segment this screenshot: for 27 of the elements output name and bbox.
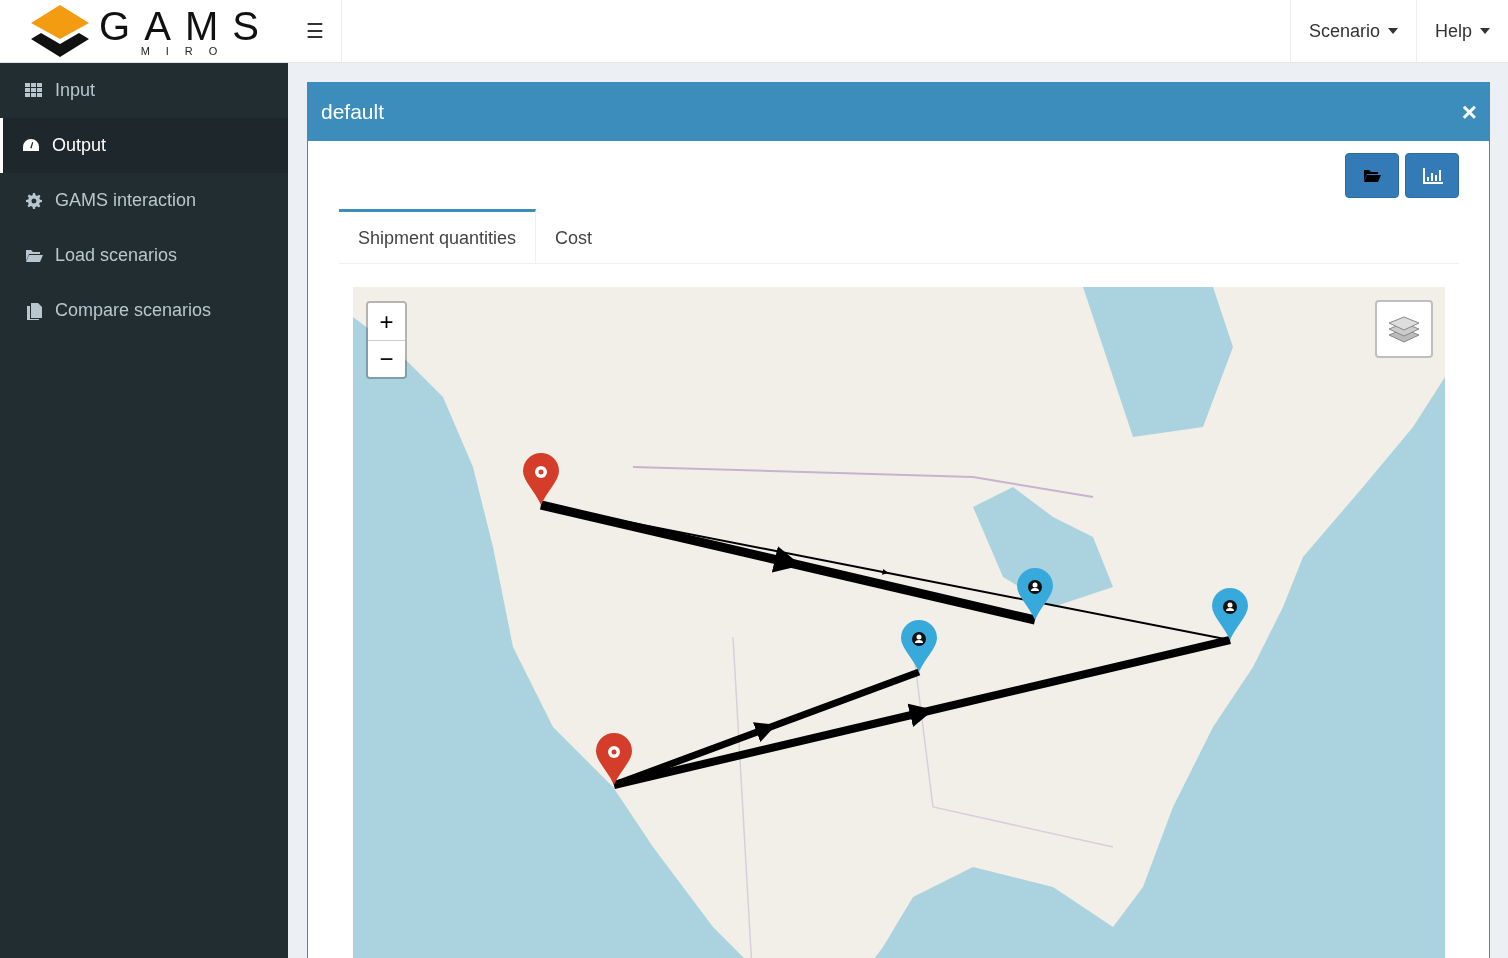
close-button[interactable]: ×	[1461, 96, 1477, 128]
chart-button[interactable]	[1405, 153, 1459, 198]
map-marker[interactable]	[901, 620, 937, 672]
zoom-out-button[interactable]: −	[368, 340, 405, 377]
sidebar-item[interactable]: Output	[0, 118, 288, 173]
map-marker[interactable]	[523, 453, 559, 505]
grid-icon	[25, 81, 43, 100]
load-button[interactable]	[1345, 153, 1399, 198]
sidebar-item[interactable]: Load scenarios	[0, 228, 288, 283]
caret-icon	[1387, 28, 1398, 34]
tab[interactable]: Shipment quantities	[339, 209, 537, 263]
map-marker[interactable]	[1212, 588, 1248, 640]
copy-icon	[25, 301, 43, 320]
layers-button[interactable]	[1375, 300, 1433, 358]
gear-icon	[25, 191, 43, 210]
map-marker[interactable]	[1017, 568, 1053, 620]
logo-name: GAMS	[99, 5, 273, 46]
caret-icon	[1480, 28, 1490, 34]
logo-subtitle: MIRO	[140, 45, 234, 57]
zoom-in-button[interactable]: +	[368, 303, 405, 340]
layers-icon	[1387, 313, 1421, 345]
sidebar-item[interactable]: Input	[0, 63, 288, 118]
panel-title: default	[321, 100, 385, 124]
sidebar-item[interactable]: GAMS interaction	[0, 173, 288, 228]
map-marker[interactable]	[596, 733, 632, 785]
sidebar-item[interactable]: Compare scenarios	[0, 283, 288, 338]
bar-chart-icon	[1421, 166, 1443, 185]
